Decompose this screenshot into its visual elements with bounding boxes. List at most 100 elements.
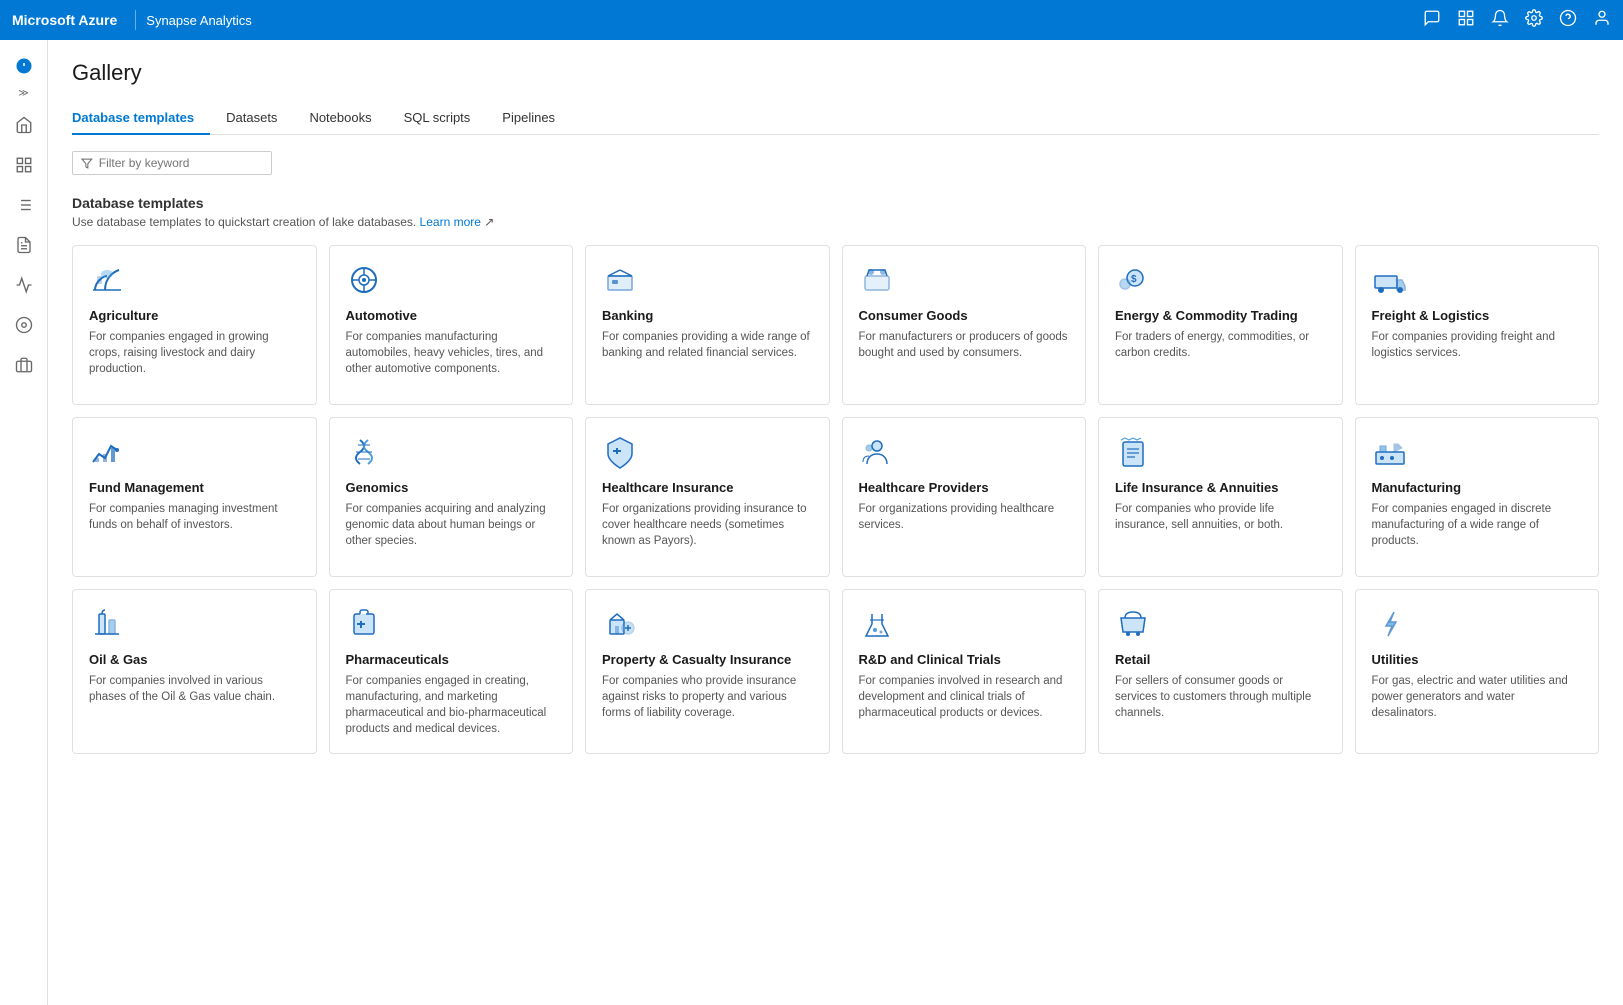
template-card-desc: For companies engaged in discrete manufa…	[1372, 501, 1583, 549]
filter-input-container[interactable]	[72, 151, 272, 175]
template-card[interactable]: Banking For companies providing a wide r…	[585, 245, 830, 405]
template-card-icon	[859, 262, 895, 298]
template-card[interactable]: Manufacturing For companies engaged in d…	[1355, 417, 1600, 577]
template-card[interactable]: $ Energy & Commodity Trading For traders…	[1098, 245, 1343, 405]
topbar: Microsoft Azure Synapse Analytics	[0, 0, 1623, 40]
template-card-desc: For companies managing investment funds …	[89, 501, 300, 533]
sidebar-item-monitor[interactable]	[6, 267, 42, 303]
sidebar-item-data[interactable]	[6, 187, 42, 223]
template-card-desc: For companies providing freight and logi…	[1372, 329, 1583, 361]
brand-label: Microsoft Azure	[12, 12, 117, 28]
filter-keyword-input[interactable]	[99, 156, 263, 170]
template-card-icon	[1372, 434, 1408, 470]
content-area: Gallery Database templates Datasets Note…	[48, 40, 1623, 1005]
section-title: Database templates	[72, 195, 1599, 211]
template-card-icon: $	[1115, 262, 1151, 298]
template-card-title: Energy & Commodity Trading	[1115, 308, 1326, 323]
template-card-icon	[602, 434, 638, 470]
template-card[interactable]: Life Insurance & Annuities For companies…	[1098, 417, 1343, 577]
template-card[interactable]: Retail For sellers of consumer goods or …	[1098, 589, 1343, 754]
sidebar: ≫	[0, 40, 48, 1005]
template-card-icon	[1372, 262, 1408, 298]
template-card-desc: For companies involved in research and d…	[859, 673, 1070, 721]
template-card-desc: For companies engaged in growing crops, …	[89, 329, 300, 377]
sidebar-item-scripts[interactable]	[6, 227, 42, 263]
template-grid: Agriculture For companies engaged in gro…	[72, 245, 1599, 754]
sidebar-item-manage[interactable]	[6, 347, 42, 383]
template-card-desc: For organizations providing insurance to…	[602, 501, 813, 549]
tab-notebooks[interactable]: Notebooks	[293, 102, 387, 135]
template-card-title: Healthcare Providers	[859, 480, 1070, 495]
learn-more-link[interactable]: Learn more	[420, 215, 481, 229]
sidebar-item-analytics[interactable]	[6, 307, 42, 343]
template-card-title: Life Insurance & Annuities	[1115, 480, 1326, 495]
template-card-title: Freight & Logistics	[1372, 308, 1583, 323]
template-card[interactable]: Consumer Goods For manufacturers or prod…	[842, 245, 1087, 405]
template-card[interactable]: Freight & Logistics For companies provid…	[1355, 245, 1600, 405]
template-card-icon	[602, 606, 638, 642]
template-card[interactable]: Fund Management For companies managing i…	[72, 417, 317, 577]
section-desc: Use database templates to quickstart cre…	[72, 215, 1599, 229]
template-card[interactable]: Pharmaceuticals For companies engaged in…	[329, 589, 574, 754]
template-card-desc: For manufacturers or producers of goods …	[859, 329, 1070, 361]
template-card-icon	[89, 606, 125, 642]
template-card-icon	[346, 606, 382, 642]
template-card-title: Retail	[1115, 652, 1326, 667]
settings-icon[interactable]	[1525, 9, 1543, 32]
template-card[interactable]: Healthcare Insurance For organizations p…	[585, 417, 830, 577]
feedback-icon[interactable]	[1423, 9, 1441, 32]
template-card-title: Genomics	[346, 480, 557, 495]
template-card-icon	[1115, 434, 1151, 470]
template-card[interactable]: Agriculture For companies engaged in gro…	[72, 245, 317, 405]
topbar-icons	[1423, 9, 1611, 32]
template-card-icon	[89, 262, 125, 298]
template-card[interactable]: Genomics For companies acquiring and ana…	[329, 417, 574, 577]
template-card-icon	[1372, 606, 1408, 642]
sidebar-expand-button[interactable]: ≫	[18, 88, 28, 99]
user-icon[interactable]	[1593, 9, 1611, 32]
template-card-icon	[1115, 606, 1151, 642]
sidebar-item-integrate[interactable]	[6, 147, 42, 183]
template-card-desc: For companies who provide insurance agai…	[602, 673, 813, 721]
template-card-title: Oil & Gas	[89, 652, 300, 667]
template-card-icon	[602, 262, 638, 298]
template-card[interactable]: Healthcare Providers For organizations p…	[842, 417, 1087, 577]
tab-datasets[interactable]: Datasets	[210, 102, 293, 135]
svg-text:$: $	[1131, 274, 1137, 285]
tab-sql-scripts[interactable]: SQL scripts	[388, 102, 487, 135]
template-card[interactable]: Property & Casualty Insurance For compan…	[585, 589, 830, 754]
template-card-desc: For gas, electric and water utilities an…	[1372, 673, 1583, 721]
help-icon[interactable]	[1559, 9, 1577, 32]
notifications-icon[interactable]	[1491, 9, 1509, 32]
template-card-title: Agriculture	[89, 308, 300, 323]
template-card[interactable]: Utilities For gas, electric and water ut…	[1355, 589, 1600, 754]
template-card-desc: For companies manufacturing automobiles,…	[346, 329, 557, 377]
filter-bar	[72, 151, 1599, 175]
tab-database-templates[interactable]: Database templates	[72, 102, 210, 135]
template-card-title: Healthcare Insurance	[602, 480, 813, 495]
main-layout: ≫ Gallery Database templates Datasets	[0, 40, 1623, 1005]
template-card-icon	[346, 262, 382, 298]
template-card-desc: For companies acquiring and analyzing ge…	[346, 501, 557, 549]
template-card-desc: For companies engaged in creating, manuf…	[346, 673, 557, 737]
tab-pipelines[interactable]: Pipelines	[486, 102, 571, 135]
template-card[interactable]: Oil & Gas For companies involved in vari…	[72, 589, 317, 754]
template-card-desc: For sellers of consumer goods or service…	[1115, 673, 1326, 721]
template-card-title: Automotive	[346, 308, 557, 323]
template-card[interactable]: Automotive For companies manufacturing a…	[329, 245, 574, 405]
template-card-title: Utilities	[1372, 652, 1583, 667]
template-card-title: R&D and Clinical Trials	[859, 652, 1070, 667]
template-card-desc: For traders of energy, commodities, or c…	[1115, 329, 1326, 361]
sidebar-item-home[interactable]	[6, 107, 42, 143]
template-card-desc: For companies involved in various phases…	[89, 673, 300, 705]
sidebar-item-info[interactable]	[6, 48, 42, 84]
template-card-icon	[89, 434, 125, 470]
template-card-desc: For companies providing a wide range of …	[602, 329, 813, 361]
template-card[interactable]: R&D and Clinical Trials For companies in…	[842, 589, 1087, 754]
template-card-icon	[346, 434, 382, 470]
template-card-title: Property & Casualty Insurance	[602, 652, 813, 667]
app-label: Synapse Analytics	[146, 13, 252, 28]
template-card-icon	[859, 434, 895, 470]
portal-icon[interactable]	[1457, 9, 1475, 32]
template-card-title: Fund Management	[89, 480, 300, 495]
